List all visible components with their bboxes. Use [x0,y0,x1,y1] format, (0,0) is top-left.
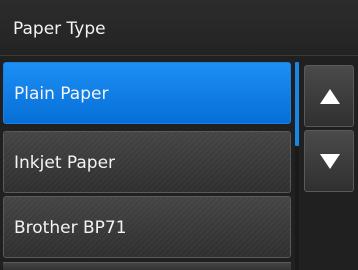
triangle-up-icon [320,89,340,104]
page-title: Paper Type [13,19,106,39]
list-item-label: Brother BP71 [14,218,127,238]
list-item-partial[interactable] [3,262,291,270]
paper-type-list[interactable]: Plain Paper Inkjet Paper Brother BP71 [0,56,296,270]
scroll-down-button[interactable] [304,130,354,192]
list-item-plain-paper[interactable]: Plain Paper [3,62,291,124]
list-item-brother-bp71[interactable]: Brother BP71 [3,196,291,258]
triangle-down-icon [320,154,340,169]
touchscreen: Paper Type Plain Paper Inkjet Paper Brot… [0,0,358,270]
scroll-up-button[interactable] [304,65,354,127]
list-item-label: Plain Paper [14,84,109,104]
scrollbar-thumb[interactable] [295,62,299,146]
list-item-inkjet-paper[interactable]: Inkjet Paper [3,131,291,193]
scrollbar[interactable] [295,62,299,270]
list-item-label: Inkjet Paper [14,153,116,173]
screen-header: Paper Type [0,0,358,56]
